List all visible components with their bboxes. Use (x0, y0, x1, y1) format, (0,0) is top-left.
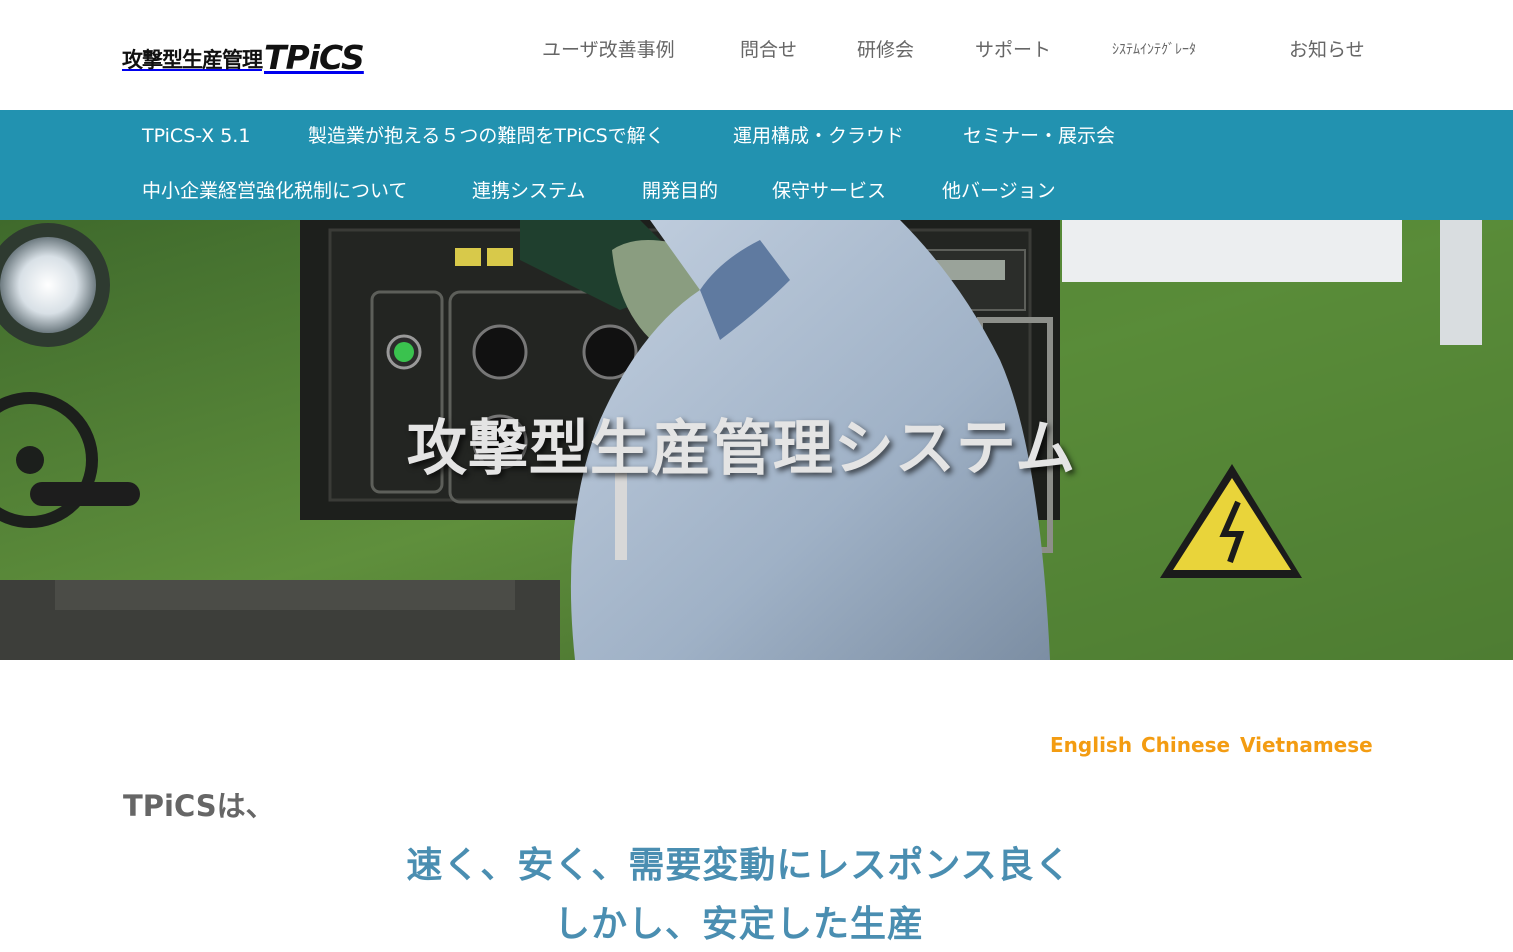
intro-heading: TPiCSは、 (123, 789, 275, 823)
hero-title: 攻撃型生産管理システム (406, 414, 1077, 484)
menu-linked-systems[interactable]: 連携システム (472, 177, 585, 205)
tagline-line-2: しかし、安定した生産 (553, 904, 924, 945)
menu-other-versions[interactable]: 他バージョン (942, 177, 1056, 205)
tagline-line-1: 速く、安く、需要変動にレスポンス良く (406, 845, 1072, 886)
nav-support[interactable]: サポート (975, 36, 1051, 64)
menu-five-problems[interactable]: 製造業が抱える５つの難問をTPiCSで解く (308, 122, 665, 150)
top-navigation: ユーザ改善事例 問合せ 研修会 サポート ｼｽﾃﾑｲﾝﾃｸﾞﾚｰﾀ お知らせ (0, 36, 1513, 66)
site-header: 攻撃型生産管理 TPiCS ユーザ改善事例 問合せ 研修会 サポート ｼｽﾃﾑｲ… (0, 0, 1513, 110)
nav-training[interactable]: 研修会 (857, 36, 914, 64)
lang-vietnamese-link[interactable]: Vietnamese (1240, 731, 1373, 759)
nav-system-integrator[interactable]: ｼｽﾃﾑｲﾝﾃｸﾞﾚｰﾀ (1112, 36, 1196, 64)
hero-banner: 攻撃型生産管理システム (0, 220, 1513, 660)
nav-user-cases[interactable]: ユーザ改善事例 (542, 36, 675, 64)
menu-seminar-exhibition[interactable]: セミナー・展示会 (963, 122, 1115, 150)
menu-tax-system[interactable]: 中小企業経営強化税制について (142, 177, 407, 205)
menu-maintenance[interactable]: 保守サービス (772, 177, 886, 205)
lang-english-link[interactable]: English (1050, 731, 1132, 759)
language-switcher: English Chinese Vietnamese (0, 731, 1513, 761)
nav-contact[interactable]: 問合せ (740, 36, 797, 64)
menu-tpics-x[interactable]: TPiCS-X 5.1 (142, 122, 250, 150)
menu-operation-cloud[interactable]: 運用構成・クラウド (733, 122, 904, 150)
nav-news[interactable]: お知らせ (1289, 36, 1365, 64)
lang-chinese-link[interactable]: Chinese (1141, 731, 1230, 759)
menu-development-purpose[interactable]: 開発目的 (642, 177, 718, 205)
main-navigation-band: TPiCS-X 5.1 製造業が抱える５つの難問をTPiCSで解く 運用構成・ク… (0, 110, 1513, 220)
